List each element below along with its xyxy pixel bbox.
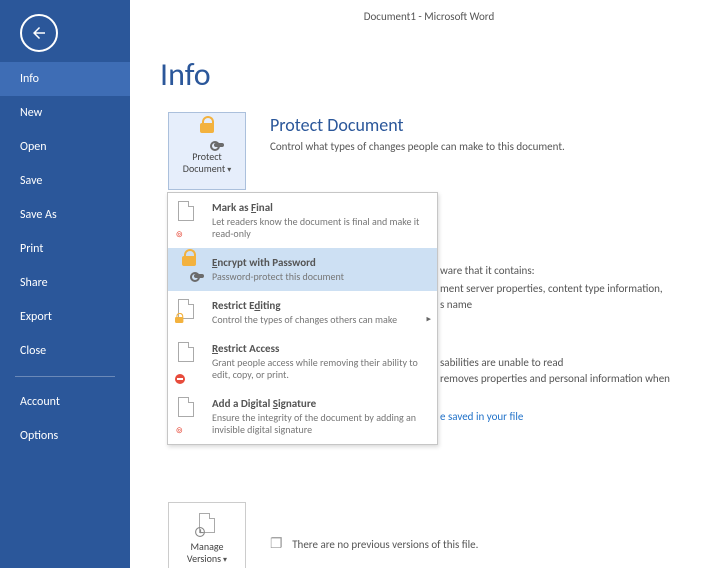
key-icon [214,143,224,147]
inspect-line: ment server properties, content type inf… [440,282,663,295]
info-page: Info Protect Document Protect Document C… [160,55,728,568]
protect-desc: Control what types of changes people can… [270,140,728,153]
lock-badge-icon [175,317,185,329]
ribbon-icon: ๏ [176,224,183,242]
back-button[interactable] [20,14,58,52]
nav-open[interactable]: Open [0,130,130,164]
manage-versions-button[interactable]: Manage Versions [168,502,246,568]
menu-restrict-editing[interactable]: Restrict Editing Control the types of ch… [168,291,437,334]
menu-item-title: Encrypt with Password [212,256,344,269]
arrow-left-icon [30,24,48,42]
menu-item-title: Restrict Access [212,342,427,355]
document-icon [178,342,194,362]
menu-item-desc: Let readers know the document is final a… [212,216,427,240]
versions-section: Manage Versions ❐ There are no previous … [160,502,728,553]
versions-none-text: There are no previous versions of this f… [292,538,478,551]
inspect-line: s name [440,298,472,311]
backstage-sidebar: Info New Open Save Save As Print Share E… [0,0,130,568]
menu-add-digital-signature[interactable]: ๏ Add a Digital Signature Ensure the int… [168,389,437,444]
menu-item-desc: Password-protect this document [212,271,344,283]
menu-restrict-access[interactable]: Restrict Access Grant people access whil… [168,334,437,389]
menu-item-desc: Control the types of changes others can … [212,314,397,326]
menu-item-title: Add a Digital Signature [212,397,427,410]
nav-options[interactable]: Options [0,419,130,453]
document-icon [178,201,194,221]
no-entry-icon [175,374,185,384]
protect-button-label-2: Document [183,162,225,175]
chevron-down-icon [221,552,227,565]
protect-document-button[interactable]: Protect Document [168,112,246,190]
nav-separator [15,376,115,377]
versions-button-label-2: Versions [187,552,221,565]
inspect-line: ware that it contains: [440,264,535,277]
nav-new[interactable]: New [0,96,130,130]
nav-account[interactable]: Account [0,385,130,419]
window-title: Document1 - Microsoft Word [130,10,728,23]
inspect-line: sabilities are unable to read [440,356,563,369]
lock-icon [200,123,214,133]
nav-info[interactable]: Info [0,62,130,96]
chevron-down-icon [225,162,231,175]
inspect-line: removes properties and personal informat… [440,372,670,385]
nav-print[interactable]: Print [0,232,130,266]
menu-item-title: Mark as Final [212,201,427,214]
nav-save-as[interactable]: Save As [0,198,130,232]
menu-encrypt-with-password[interactable]: Encrypt with Password Password-protect t… [168,248,437,291]
key-icon [194,274,204,278]
menu-mark-as-final[interactable]: ๏ Mark as Final Let readers know the doc… [168,193,437,248]
page-title: Info [160,55,728,94]
clock-icon [195,527,205,537]
protect-document-menu: ๏ Mark as Final Let readers know the doc… [167,192,438,445]
lock-icon [182,256,196,266]
nav-share[interactable]: Share [0,266,130,300]
protect-document-section: Protect Document Protect Document Contro… [160,112,728,372]
document-icon [178,397,194,417]
ribbon-icon: ๏ [176,420,183,438]
document-stack-icon: ❐ [270,535,283,552]
nav-close[interactable]: Close [0,334,130,368]
inspect-link[interactable]: e saved in your file [440,410,523,423]
menu-item-desc: Grant people access while removing their… [212,357,427,381]
nav-export[interactable]: Export [0,300,130,334]
nav-save[interactable]: Save [0,164,130,198]
menu-item-desc: Ensure the integrity of the document by … [212,412,427,436]
protect-title: Protect Document [270,114,728,136]
menu-item-title: Restrict Editing [212,299,397,312]
submenu-arrow-icon: ▸ [426,313,431,324]
